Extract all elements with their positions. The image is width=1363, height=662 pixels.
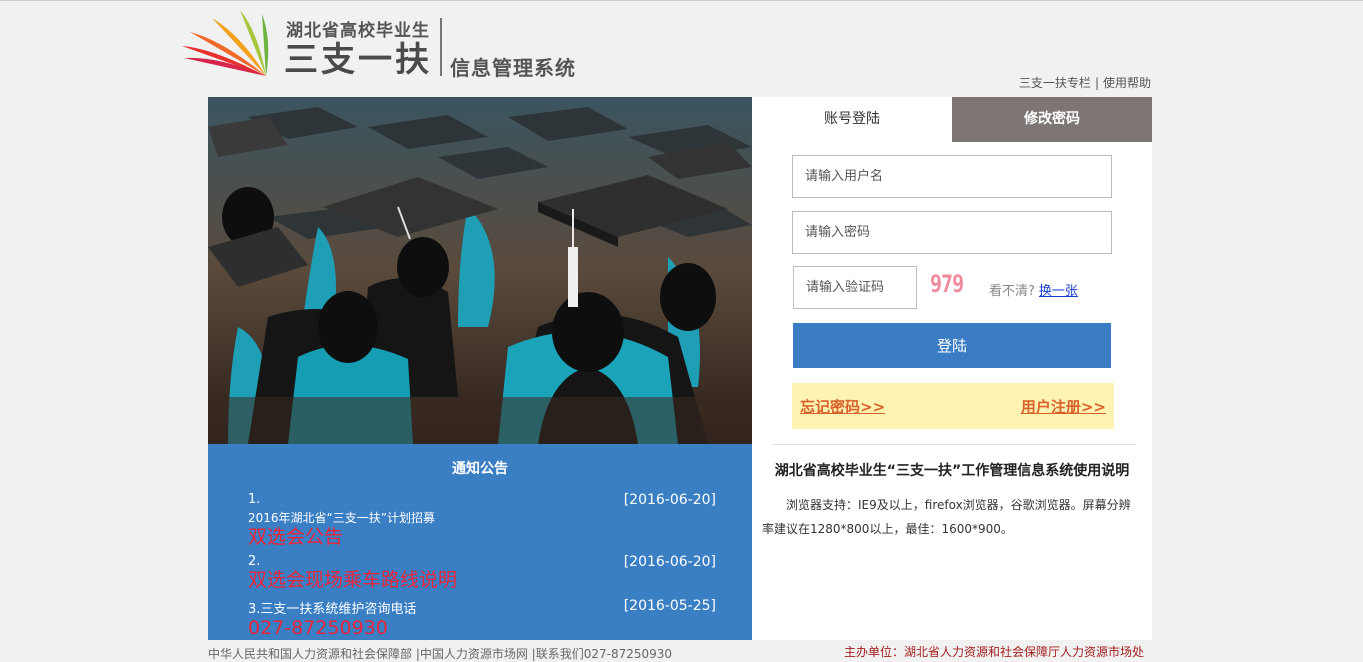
- guide-text: 浏览器支持：IE9及以上，firefox浏览器，谷歌浏览器。屏幕分辨率建议在12…: [762, 498, 1131, 536]
- top-links: 三支一扶专栏 | 使用帮助: [1019, 74, 1151, 91]
- link-separator: |: [1094, 76, 1099, 90]
- link-help[interactable]: 使用帮助: [1103, 76, 1151, 90]
- login-button[interactable]: 登陆: [793, 323, 1111, 368]
- tab-change-password[interactable]: 修改密码: [952, 97, 1152, 142]
- guide-title: 湖北省高校毕业生“三支一扶”工作管理信息系统使用说明: [774, 463, 1130, 479]
- account-links: 忘记密码>> 用户注册>>: [792, 383, 1114, 429]
- captcha-refresh-link[interactable]: 换一张: [1039, 284, 1078, 299]
- captcha-input[interactable]: [793, 266, 917, 309]
- notice-title: 通知公告: [452, 461, 508, 477]
- notice-item-date: [2016-05-25]: [623, 598, 716, 614]
- site-logo[interactable]: 湖北省高校毕业生 三支一扶 信息管理系统: [182, 10, 602, 82]
- footer-organizer: 主办单位：湖北省人力资源和社会保障厅人力资源市场处: [843, 645, 1144, 659]
- notice-item-text[interactable]: 2016年湖北省“三支一扶”计划招募: [248, 509, 716, 526]
- register-link[interactable]: 用户注册>>: [1021, 396, 1106, 417]
- notice-item[interactable]: 2. [2016-06-20] 双选会现场乘车路线说明: [248, 554, 716, 591]
- password-input[interactable]: [792, 211, 1112, 254]
- notice-item[interactable]: 3.三支一扶系统维护咨询电话 [2016-05-25] 027-87250930: [248, 598, 716, 639]
- hero-image: [208, 97, 752, 444]
- logo-divider: [440, 18, 442, 76]
- notice-item-highlight[interactable]: 027-87250930: [248, 617, 716, 639]
- logo-fan-icon: [182, 10, 269, 76]
- username-input[interactable]: [792, 155, 1112, 198]
- login-tabs: 账号登陆 修改密码: [752, 97, 1152, 142]
- logo-suffix: 信息管理系统: [450, 56, 576, 80]
- forgot-password-link[interactable]: 忘记密码>>: [800, 396, 885, 417]
- tab-account-login[interactable]: 账号登陆: [752, 97, 952, 142]
- logo-title: 三支一扶: [284, 40, 432, 80]
- captcha-hint-text: 看不清?: [989, 284, 1035, 299]
- login-panel: 账号登陆 修改密码 979 看不清? 换一张 登陆 忘记密码>> 用户注册>> 湖…: [752, 97, 1152, 640]
- footer-links[interactable]: 中华人民共和国人力资源和社会保障部 |中国人力资源市场网 |联系我们027-87…: [208, 645, 672, 662]
- notice-item-highlight[interactable]: 双选会现场乘车路线说明: [248, 569, 716, 591]
- captcha-hint: 看不清? 换一张: [989, 280, 1078, 299]
- notice-item-highlight[interactable]: 双选会公告: [248, 526, 716, 548]
- captcha-image[interactable]: 979: [930, 269, 964, 300]
- link-column[interactable]: 三支一扶专栏: [1019, 76, 1091, 90]
- notice-item-date: [2016-06-20]: [623, 492, 716, 508]
- top-border: [0, 0, 1363, 1]
- notice-item-date: [2016-06-20]: [623, 554, 716, 570]
- notice-item[interactable]: 1. [2016-06-20] 2016年湖北省“三支一扶”计划招募 双选会公告: [248, 492, 716, 548]
- notice-panel: 通知公告 1. [2016-06-20] 2016年湖北省“三支一扶”计划招募 …: [208, 444, 752, 640]
- logo-subtitle: 湖北省高校毕业生: [286, 21, 430, 41]
- divider: [772, 444, 1136, 445]
